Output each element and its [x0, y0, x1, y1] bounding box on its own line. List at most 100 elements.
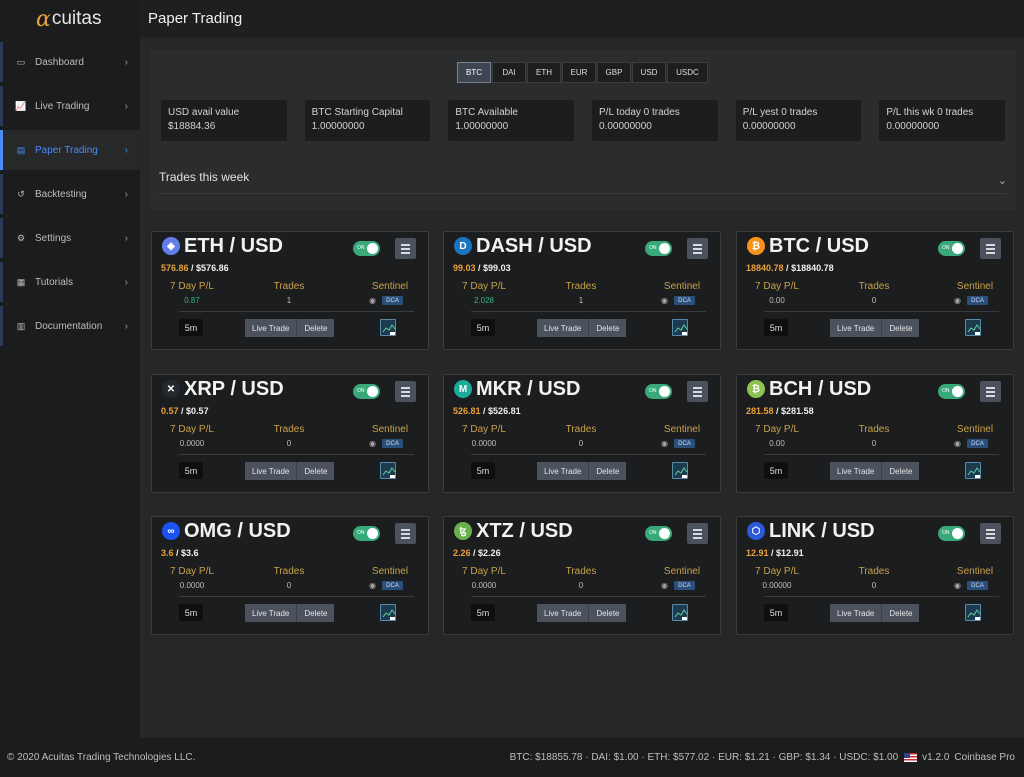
enable-toggle[interactable]: ON: [938, 384, 965, 399]
eye-icon[interactable]: ◉: [954, 296, 961, 305]
interval-selector[interactable]: 5m: [764, 462, 788, 479]
menu-icon[interactable]: [395, 238, 416, 259]
interval-selector[interactable]: 5m: [471, 604, 495, 621]
enable-toggle[interactable]: ON: [938, 526, 965, 541]
enable-toggle[interactable]: ON: [353, 241, 380, 256]
eye-icon[interactable]: ◉: [369, 581, 376, 590]
delete-button[interactable]: Delete: [297, 462, 335, 480]
chart-icon[interactable]: [380, 462, 396, 479]
menu-icon[interactable]: [687, 238, 708, 259]
eye-icon[interactable]: ◉: [369, 296, 376, 305]
live-trade-button[interactable]: Live Trade: [245, 462, 298, 480]
chart-icon[interactable]: [965, 462, 981, 479]
eye-icon[interactable]: ◉: [661, 581, 668, 590]
tab-gbp[interactable]: GBP: [597, 62, 631, 83]
menu-icon[interactable]: [687, 381, 708, 402]
chart-icon[interactable]: [965, 319, 981, 336]
dca-badge: DCA: [967, 439, 988, 448]
chevron-down-icon[interactable]: ⌄: [998, 174, 1007, 187]
menu-icon[interactable]: [980, 381, 1001, 402]
tab-btc[interactable]: BTC: [457, 62, 491, 83]
eye-icon[interactable]: ◉: [661, 439, 668, 448]
delete-button[interactable]: Delete: [589, 462, 627, 480]
enable-toggle[interactable]: ON: [645, 384, 672, 399]
interval-selector[interactable]: 5m: [471, 462, 495, 479]
trades-value: 0: [578, 581, 584, 590]
interval-selector[interactable]: 5m: [179, 319, 203, 336]
tab-eur[interactable]: EUR: [562, 62, 596, 83]
menu-icon[interactable]: [687, 523, 708, 544]
toggle-on-label: ON: [942, 530, 950, 536]
sidebar-item-live-trading[interactable]: 📈 Live Trading ›: [0, 86, 140, 126]
eye-icon[interactable]: ◉: [369, 439, 376, 448]
sidebar-item-tutorials[interactable]: ▦ Tutorials ›: [0, 262, 140, 302]
live-trade-button[interactable]: Live Trade: [537, 319, 590, 337]
stat-label: BTC Starting Capital: [311, 107, 403, 118]
interval-selector[interactable]: 5m: [764, 604, 788, 621]
live-trade-button[interactable]: Live Trade: [537, 604, 590, 622]
delete-button[interactable]: Delete: [882, 604, 920, 622]
eye-icon[interactable]: ◉: [954, 581, 961, 590]
summary-panel: BTC DAI ETH EUR GBP USD USDC USD avail value $1…: [150, 50, 1016, 210]
sidebar-item-settings[interactable]: ⚙ Settings ›: [0, 218, 140, 258]
enable-toggle[interactable]: ON: [938, 241, 965, 256]
live-trade-button[interactable]: Live Trade: [830, 462, 883, 480]
enable-toggle[interactable]: ON: [645, 526, 672, 541]
tab-eth[interactable]: ETH: [527, 62, 561, 83]
price-value: 18840.78: [746, 263, 784, 273]
live-trade-button[interactable]: Live Trade: [245, 319, 298, 337]
menu-icon[interactable]: [395, 523, 416, 544]
tab-dai[interactable]: DAI: [492, 62, 526, 83]
live-trade-button[interactable]: Live Trade: [830, 604, 883, 622]
delete-button[interactable]: Delete: [589, 319, 627, 337]
stat-label: USD avail value: [168, 107, 240, 118]
toggle-knob: [952, 528, 963, 539]
enable-toggle[interactable]: ON: [353, 384, 380, 399]
card-divider: [471, 311, 706, 312]
delete-button[interactable]: Delete: [297, 319, 335, 337]
chart-icon[interactable]: [672, 462, 688, 479]
live-trade-button[interactable]: Live Trade: [830, 319, 883, 337]
pl-label: 7 Day P/L: [755, 566, 799, 577]
tab-usdc[interactable]: USDC: [667, 62, 708, 83]
toggle-on-label: ON: [357, 245, 365, 251]
dca-badge: DCA: [674, 581, 695, 590]
eye-icon[interactable]: ◉: [954, 439, 961, 448]
stat-value: 0.00000000: [599, 121, 652, 132]
price-usd: $281.58: [781, 406, 814, 416]
menu-icon[interactable]: [980, 523, 1001, 544]
pair-title: XTZ / USD: [476, 520, 573, 542]
delete-button[interactable]: Delete: [882, 462, 920, 480]
eye-icon[interactable]: ◉: [661, 296, 668, 305]
trades-this-week-toggle[interactable]: Trades this week ⌄: [159, 170, 1007, 194]
sidebar-item-backtesting[interactable]: ↺ Backtesting ›: [0, 174, 140, 214]
pl-label: 7 Day P/L: [170, 566, 214, 577]
delete-button[interactable]: Delete: [589, 604, 627, 622]
menu-icon[interactable]: [395, 381, 416, 402]
chart-icon[interactable]: [672, 319, 688, 336]
menu-icon[interactable]: [980, 238, 1001, 259]
toggle-knob: [952, 386, 963, 397]
live-trade-button[interactable]: Live Trade: [245, 604, 298, 622]
enable-toggle[interactable]: ON: [353, 526, 380, 541]
live-trade-button[interactable]: Live Trade: [537, 462, 590, 480]
pair-card: ꜩ XTZ / USD 2.26 / $2.26 ON 7 Day P/L Trades S…: [443, 516, 721, 635]
delete-button[interactable]: Delete: [297, 604, 335, 622]
chart-icon[interactable]: [380, 319, 396, 336]
sidebar-item-dashboard[interactable]: ▭ Dashboard ›: [0, 42, 140, 82]
delete-button[interactable]: Delete: [882, 319, 920, 337]
sidebar-item-paper-trading[interactable]: ▤ Paper Trading ›: [0, 130, 140, 170]
interval-selector[interactable]: 5m: [179, 604, 203, 621]
chart-icon[interactable]: [672, 604, 688, 621]
interval-selector[interactable]: 5m: [471, 319, 495, 336]
chart-icon[interactable]: [380, 604, 396, 621]
stat-label: P/L yest 0 trades: [742, 107, 818, 118]
tab-usd[interactable]: USD: [632, 62, 666, 83]
interval-selector[interactable]: 5m: [764, 319, 788, 336]
enable-toggle[interactable]: ON: [645, 241, 672, 256]
app-logo[interactable]: α cuitas: [0, 0, 140, 38]
card-actions: Live Trade Delete: [830, 319, 920, 337]
chart-icon[interactable]: [965, 604, 981, 621]
interval-selector[interactable]: 5m: [179, 462, 203, 479]
sidebar-item-documentation[interactable]: ▥ Documentation ›: [0, 306, 140, 346]
